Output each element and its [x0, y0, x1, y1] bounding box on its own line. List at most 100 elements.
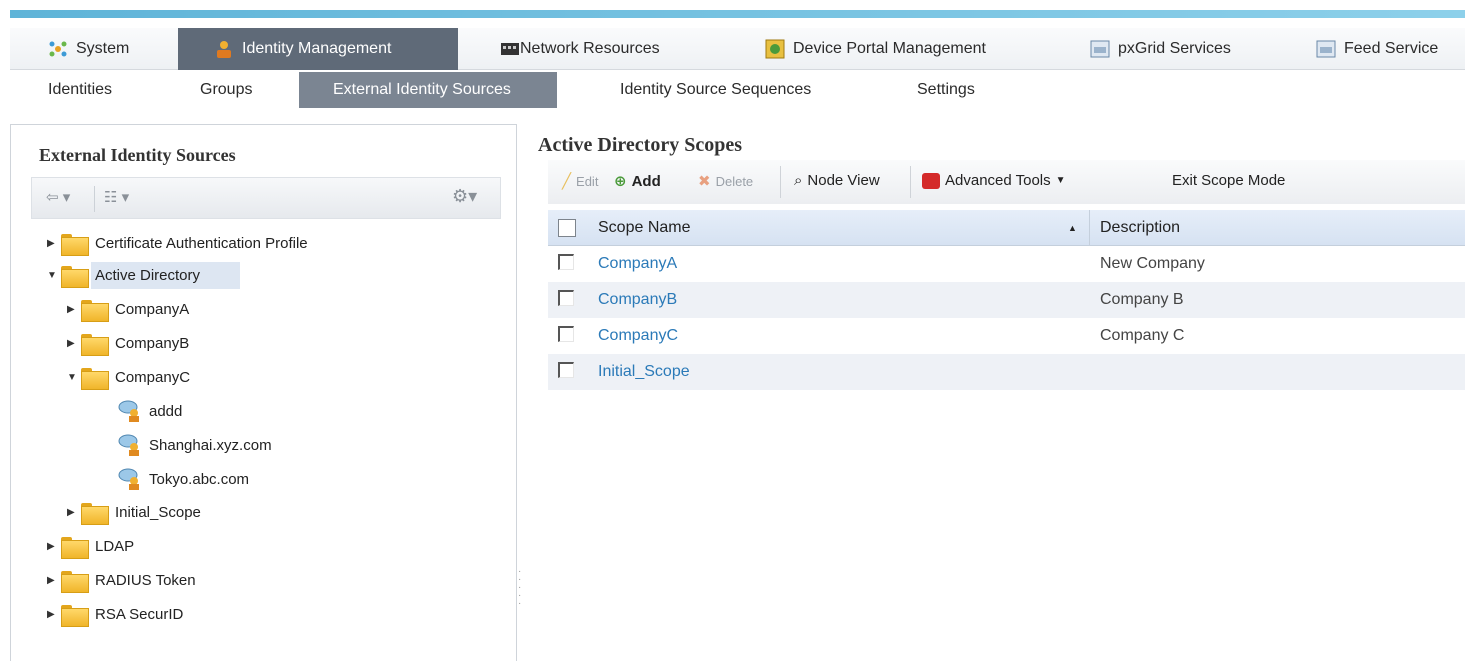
ad-node-icon	[118, 434, 139, 456]
edit-button[interactable]: ╱ Edit	[562, 172, 598, 190]
tree-item-shanghai[interactable]: Shanghai.xyz.com	[117, 431, 272, 459]
gear-icon[interactable]: ⚙▾	[452, 186, 477, 207]
tree-item-certificate-authentication-profile[interactable]: ▶ Certificate Authentication Profile	[47, 229, 308, 257]
tree-item-radius-token[interactable]: ▶ RADIUS Token	[47, 566, 196, 594]
folder-icon	[81, 501, 109, 525]
page-title: Active Directory Scopes	[538, 134, 743, 156]
expand-arrow-icon[interactable]: ▶	[47, 609, 61, 620]
main-tab-bar: System Identity Management Network Resou…	[10, 28, 1465, 70]
expand-arrow-icon[interactable]: ▶	[47, 238, 61, 249]
scopes-table: Scope Name ▲ Description CompanyA New Co…	[548, 210, 1465, 390]
expand-arrow-icon[interactable]: ▶	[67, 304, 81, 315]
toolbar-divider	[910, 166, 911, 198]
tab-identities[interactable]: Identities	[38, 72, 122, 108]
scope-description: Company C	[1100, 327, 1185, 344]
select-all-checkbox[interactable]	[558, 219, 576, 237]
table-row[interactable]: CompanyC Company C	[548, 318, 1465, 354]
advanced-tools-button[interactable]: Advanced Tools ▼	[922, 172, 1066, 189]
system-icon	[49, 41, 67, 57]
tree-toolbar: ⇦ ▾ ☷ ▾ ⚙▾	[31, 177, 501, 219]
collapse-arrow-icon[interactable]: ▼	[67, 372, 81, 383]
folder-icon	[81, 366, 109, 390]
tree-item-initial-scope[interactable]: ▶ Initial_Scope	[67, 498, 201, 526]
folder-icon	[81, 298, 109, 322]
chevron-down-icon: ▼	[1055, 175, 1066, 186]
scope-name-link[interactable]: Initial_Scope	[598, 354, 690, 390]
table-row[interactable]: CompanyB Company B	[548, 282, 1465, 318]
scopes-panel: Active Directory Scopes ╱ Edit ⊕ Add ✖ D…	[538, 124, 1465, 661]
tree-item-tokyo[interactable]: Tokyo.abc.com	[117, 465, 249, 493]
external-identity-sources-panel: External Identity Sources ⇦ ▾ ☷ ▾ ⚙▾ ▶ C…	[10, 124, 517, 661]
row-checkbox[interactable]	[558, 326, 574, 342]
scope-description: Company B	[1100, 291, 1184, 308]
tab-groups[interactable]: Groups	[190, 72, 262, 108]
toolbox-icon	[922, 172, 940, 189]
column-header-scope-name[interactable]: Scope Name	[598, 210, 691, 246]
folder-icon	[61, 264, 89, 288]
scope-name-link[interactable]: CompanyA	[598, 246, 677, 282]
tab-pxgrid-services[interactable]: pxGrid Services	[1080, 28, 1241, 70]
table-row[interactable]: CompanyA New Company	[548, 246, 1465, 282]
ad-node-icon	[118, 468, 139, 490]
tree-view-icon[interactable]: ☷ ▾	[104, 188, 129, 206]
toolbar-divider	[780, 166, 781, 198]
tab-external-identity-sources[interactable]: External Identity Sources	[299, 72, 557, 108]
column-header-description[interactable]: Description	[1100, 210, 1180, 246]
delete-button[interactable]: ✖ Delete	[698, 172, 753, 190]
sort-ascending-icon[interactable]: ▲	[1068, 223, 1077, 233]
scope-description: New Company	[1100, 255, 1205, 272]
folder-icon	[61, 603, 89, 627]
pxgrid-icon	[1090, 40, 1110, 58]
tree-item-ldap[interactable]: ▶ LDAP	[47, 532, 134, 560]
tree-item-companyb[interactable]: ▶ CompanyB	[67, 329, 189, 357]
folder-icon	[81, 332, 109, 356]
folder-icon	[61, 569, 89, 593]
tab-system[interactable]: System	[38, 28, 139, 70]
ad-node-icon	[118, 400, 139, 422]
pencil-icon: ╱	[562, 173, 572, 190]
column-divider	[1089, 210, 1090, 246]
panel-splitter-handle[interactable]: · · · · ·	[518, 567, 522, 609]
magnifier-icon: ⌕	[794, 172, 803, 189]
tree-item-companya[interactable]: ▶ CompanyA	[67, 295, 189, 323]
tree-item-addd[interactable]: addd	[117, 397, 182, 425]
exit-scope-mode-button[interactable]: Exit Scope Mode	[1172, 172, 1285, 189]
tree-item-rsa-securid[interactable]: ▶ RSA SecurID	[47, 600, 183, 628]
table-row[interactable]: Initial_Scope	[548, 354, 1465, 390]
row-checkbox[interactable]	[558, 290, 574, 306]
tab-feed-service[interactable]: Feed Service	[1306, 28, 1448, 70]
table-header: Scope Name ▲ Description	[548, 210, 1465, 246]
node-view-button[interactable]: ⌕ Node View	[794, 172, 880, 189]
scope-name-link[interactable]: CompanyB	[598, 282, 677, 318]
row-checkbox[interactable]	[558, 254, 574, 270]
tab-identity-source-sequences[interactable]: Identity Source Sequences	[610, 72, 821, 108]
top-accent-bar	[0, 0, 1465, 18]
collapse-arrow-icon[interactable]: ▼	[47, 270, 61, 281]
back-arrow-icon[interactable]: ⇦ ▾	[46, 188, 70, 206]
tab-device-portal-management[interactable]: Device Portal Management	[755, 28, 996, 70]
add-button[interactable]: ⊕ Add	[614, 172, 661, 191]
tree-item-active-directory[interactable]: ▼ Active Directory	[47, 261, 241, 289]
expand-arrow-icon[interactable]: ▶	[67, 507, 81, 518]
tab-network-resources[interactable]: Network Resources	[490, 28, 670, 70]
sub-tab-bar: Identities Groups External Identity Sour…	[10, 72, 1465, 108]
expand-arrow-icon[interactable]: ▶	[47, 575, 61, 586]
expand-arrow-icon[interactable]: ▶	[67, 338, 81, 349]
tab-settings[interactable]: Settings	[907, 72, 985, 108]
scope-name-link[interactable]: CompanyC	[598, 318, 678, 354]
folder-icon	[61, 232, 89, 256]
delete-icon: ✖	[698, 173, 711, 190]
folder-icon	[61, 535, 89, 559]
tree-item-companyc[interactable]: ▼ CompanyC	[67, 363, 190, 391]
identity-icon	[217, 41, 231, 58]
portal-icon	[765, 39, 785, 59]
tab-identity-management[interactable]: Identity Management	[178, 28, 458, 70]
add-icon: ⊕	[614, 173, 627, 190]
toolbar-divider	[94, 186, 95, 212]
feed-icon	[1316, 40, 1336, 58]
network-icon	[501, 43, 519, 55]
panel-title: External Identity Sources	[39, 145, 236, 165]
row-checkbox[interactable]	[558, 362, 574, 378]
scopes-toolbar: ╱ Edit ⊕ Add ✖ Delete ⌕ Node View Advanc…	[548, 160, 1465, 204]
expand-arrow-icon[interactable]: ▶	[47, 541, 61, 552]
